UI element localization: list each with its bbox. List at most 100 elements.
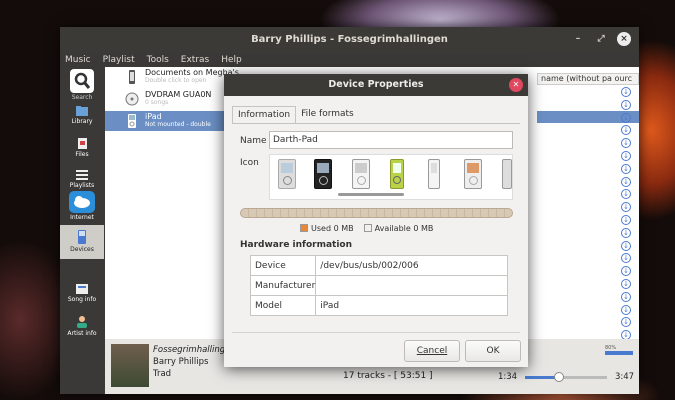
- tab-divider: [232, 123, 520, 124]
- sidebar-item-devices[interactable]: Devices: [60, 225, 104, 259]
- hw-value: iPad: [315, 295, 508, 316]
- dialog-separator: [232, 332, 520, 333]
- download-icon[interactable]: ↓: [621, 227, 631, 238]
- ipod-black-option[interactable]: [314, 159, 332, 189]
- ipod-classic-option[interactable]: [278, 159, 296, 189]
- track-summary: 17 tracks - [ 53:51 ]: [343, 371, 433, 381]
- window-title: Barry Phillips - Fossegrimhallingen: [251, 34, 448, 45]
- download-icon[interactable]: ↓: [621, 99, 631, 110]
- download-icon[interactable]: ↓: [621, 112, 631, 123]
- now-playing-artist: Barry Phillips: [153, 357, 209, 367]
- download-icon[interactable]: ↓: [621, 278, 631, 289]
- sidebar-item-label: Artist info: [67, 330, 97, 337]
- device-status: Double click to open: [145, 77, 207, 84]
- now-playing-title: Fossegrimhalling: [153, 345, 226, 355]
- sidebar-item-search[interactable]: Search: [60, 67, 104, 101]
- phone-icon: [129, 70, 135, 84]
- title-bar: Barry Phillips - Fossegrimhallingen – ⤢ …: [60, 27, 639, 53]
- capacity-bar: [240, 208, 513, 218]
- menu-help[interactable]: Help: [221, 53, 242, 67]
- playlists-icon: [76, 170, 88, 180]
- download-icon[interactable]: ↓: [621, 291, 631, 302]
- volume-control[interactable]: 80%: [605, 345, 637, 363]
- available-swatch: [363, 224, 372, 232]
- device-status: 0 songs: [145, 99, 169, 106]
- internet-icon: [69, 191, 95, 213]
- device-name: DVDRAM GUA0N: [145, 90, 212, 99]
- ipod-icon: [128, 114, 136, 128]
- download-icon[interactable]: ↓: [621, 317, 631, 328]
- download-icon[interactable]: ↓: [621, 176, 631, 187]
- ipod-white-option[interactable]: [352, 159, 370, 189]
- sidebar-item-label: Song info: [67, 296, 97, 303]
- maximize-button[interactable]: ⤢: [594, 32, 608, 46]
- download-icon[interactable]: ↓: [621, 87, 631, 97]
- download-icon[interactable]: ↓: [621, 214, 631, 225]
- sidebar-item-files[interactable]: Files: [60, 137, 104, 158]
- device-properties-dialog: Device Properties ✕ Information File for…: [224, 74, 528, 367]
- download-icon[interactable]: ↓: [621, 304, 631, 315]
- menu-tools[interactable]: Tools: [147, 53, 169, 67]
- menu-music[interactable]: Music: [65, 53, 91, 67]
- menu-extras[interactable]: Extras: [181, 53, 209, 67]
- seek-slider[interactable]: [525, 372, 607, 382]
- menu-bar: Music Playlist Tools Extras Help: [60, 53, 639, 67]
- sidebar-item-label: Internet: [70, 214, 94, 221]
- library-icon: [76, 106, 88, 116]
- artist-info-icon: [77, 316, 87, 328]
- playlist-column-header[interactable]: name (without pa ourc: [537, 73, 639, 85]
- close-button[interactable]: ×: [617, 32, 631, 46]
- minimize-button[interactable]: –: [571, 32, 585, 46]
- table-row: Model iPad: [249, 295, 508, 316]
- used-label: Used 0 MB: [311, 224, 354, 233]
- sidebar-item-artist-info[interactable]: Artist info: [60, 315, 104, 337]
- total-time: 3:47: [615, 372, 635, 382]
- window-controls: – ⤢ ×: [571, 32, 631, 46]
- sidebar-item-label: Library: [71, 118, 93, 125]
- download-icons: ↓ ↓ ↓ ↓ ↓ ↓ ↓ ↓ ↓ ↓ ↓ ↓ ↓ ↓ ↓ ↓ ↓ ↓ ↓ ↓: [621, 87, 633, 343]
- ipod-video-option[interactable]: [464, 159, 482, 189]
- dialog-title-bar: Device Properties ✕: [224, 74, 528, 96]
- download-icon[interactable]: ↓: [621, 138, 631, 149]
- download-icon[interactable]: ↓: [621, 266, 631, 277]
- song-info-icon: [76, 284, 88, 294]
- download-icon[interactable]: ↓: [621, 150, 631, 161]
- tab-file-formats[interactable]: File formats: [296, 106, 359, 124]
- download-icon[interactable]: ↓: [621, 253, 631, 264]
- ipod-nano-option[interactable]: [390, 159, 404, 189]
- sidebar-item-library[interactable]: Library: [60, 105, 104, 125]
- volume-bar[interactable]: [605, 351, 633, 355]
- album-art: [111, 344, 149, 387]
- ipod-shuffle-option[interactable]: [428, 159, 440, 189]
- device-name: iPad: [145, 112, 162, 121]
- hardware-info-table: Device /dev/bus/usb/002/006 Manufacturer…: [249, 255, 508, 316]
- ipod-partial-option[interactable]: [502, 159, 512, 189]
- table-row: Manufacturer: [249, 275, 508, 296]
- current-time: 1:34: [498, 372, 518, 382]
- download-icon[interactable]: ↓: [621, 163, 631, 174]
- dialog-title: Device Properties: [328, 79, 424, 90]
- sidebar-item-internet[interactable]: Internet: [60, 191, 104, 225]
- icon-picker[interactable]: [269, 154, 513, 200]
- sidebar-item-label: Devices: [70, 246, 94, 253]
- tab-information[interactable]: Information: [232, 106, 297, 124]
- disc-icon: [125, 92, 139, 106]
- dialog-close-button[interactable]: ✕: [509, 78, 523, 92]
- seek-handle[interactable]: [554, 372, 565, 382]
- cancel-button[interactable]: Cancel: [404, 340, 460, 362]
- used-swatch: [300, 224, 308, 232]
- download-icon[interactable]: ↓: [621, 202, 631, 213]
- hw-value: [315, 275, 508, 296]
- search-icon: [70, 69, 94, 93]
- sidebar-item-playlists[interactable]: Playlists: [60, 169, 104, 189]
- menu-playlist[interactable]: Playlist: [103, 53, 135, 67]
- ok-button[interactable]: OK: [465, 340, 521, 362]
- download-icon[interactable]: ↓: [621, 240, 631, 251]
- sidebar-item-song-info[interactable]: Song info: [60, 283, 104, 303]
- icon-picker-scrollbar[interactable]: [338, 193, 404, 196]
- devices-icon: [78, 230, 86, 244]
- download-icon[interactable]: ↓: [621, 125, 631, 136]
- dialog-tabs: Information File formats: [232, 106, 359, 124]
- download-icon[interactable]: ↓: [621, 189, 631, 200]
- device-name-input[interactable]: Darth-Pad: [269, 131, 513, 149]
